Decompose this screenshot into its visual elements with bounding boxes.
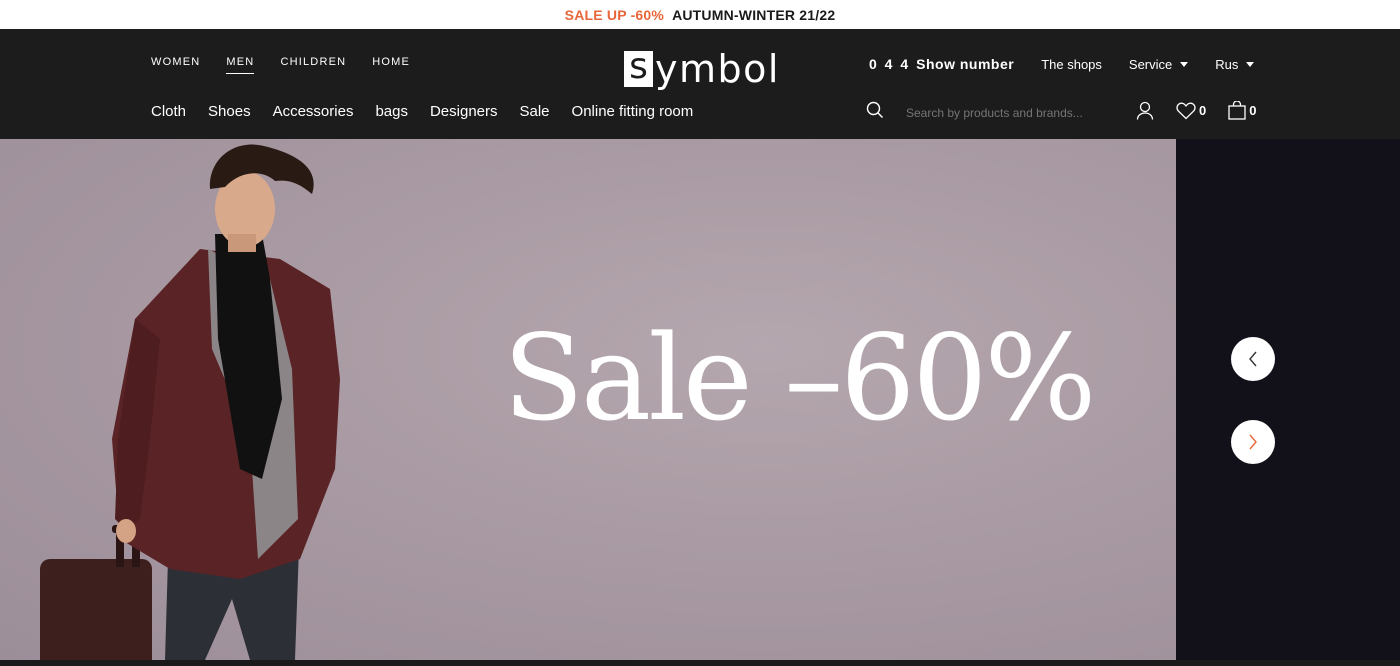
hero-side-panel [1176,139,1400,660]
caret-down-icon [1246,61,1255,67]
shops-link[interactable]: The shops [1041,57,1102,72]
search-input[interactable] [906,105,1106,120]
chevron-right-icon [1249,434,1257,450]
hero-model-image [40,144,340,660]
phone-number: 0 4 4 [869,56,911,72]
category-nav: Cloth Shoes Accessories bags Designers S… [151,103,715,120]
bag-icon [1228,101,1246,120]
account-button[interactable] [1136,101,1154,120]
category-designers[interactable]: Designers [430,103,498,120]
page-bottom-strip [0,660,1400,666]
heart-icon [1176,102,1196,119]
caret-down-icon [1180,61,1189,67]
phone-reveal[interactable]: 0 4 4 Show number [869,56,1014,72]
promo-bar[interactable]: SALE UP -60% AUTUMN-WINTER 21/22 [0,0,1400,29]
gender-nav-children[interactable]: CHILDREN [280,56,346,72]
category-accessories[interactable]: Accessories [273,103,354,120]
wishlist-button[interactable]: 0 [1176,102,1206,120]
wishlist-count: 0 [1199,103,1207,118]
utility-bar: 0 4 4 Show number The shops Service Rus [869,56,1255,72]
chevron-left-icon [1249,351,1257,367]
gender-nav: WOMEN MEN CHILDREN HOME [151,56,436,74]
service-label: Service [1128,56,1173,72]
search-icon[interactable] [866,101,884,124]
category-sale[interactable]: Sale [520,103,550,120]
service-dropdown[interactable]: Service [1128,56,1189,72]
gender-nav-women[interactable]: WOMEN [151,56,200,72]
promo-sale-text: SALE UP -60% [564,6,665,23]
gender-nav-men[interactable]: MEN [226,56,255,74]
promo-season-text: AUTUMN-WINTER 21/22 [672,6,836,23]
site-logo[interactable]: s ymbol [624,49,780,89]
show-number-link[interactable]: Show number [916,56,1014,72]
language-dropdown[interactable]: Rus [1215,56,1255,72]
hero-banner[interactable]: Sale –60% [0,139,1176,660]
logo-text: ymbol [655,47,780,91]
category-fitting-room[interactable]: Online fitting room [572,103,694,120]
site-header: WOMEN MEN CHILDREN HOME s ymbol 0 4 4 Sho… [0,29,1400,139]
language-label: Rus [1215,56,1239,72]
gender-nav-home[interactable]: HOME [372,56,410,72]
category-bags[interactable]: bags [375,103,408,120]
category-shoes[interactable]: Shoes [208,103,251,120]
header-actions: 0 0 [1136,101,1278,120]
cart-count: 0 [1249,103,1257,118]
logo-first-letter: s [624,49,653,87]
user-icon [1136,101,1154,120]
cart-button[interactable]: 0 [1228,101,1256,120]
slider-prev-button[interactable] [1231,337,1275,381]
hero-title: Sale –60% [503,309,1097,447]
category-cloth[interactable]: Cloth [151,103,186,120]
search-bar [866,101,1106,124]
slider-next-button[interactable] [1231,420,1275,464]
